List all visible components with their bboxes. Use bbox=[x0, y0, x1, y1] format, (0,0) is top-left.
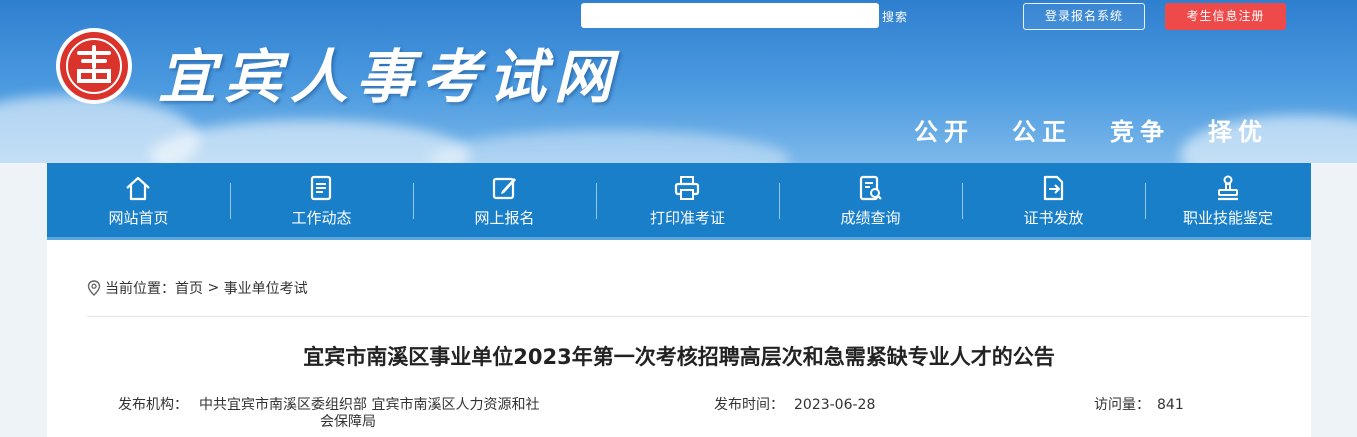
breadcrumb-prefix: 当前位置： bbox=[105, 281, 175, 297]
cloud-decoration bbox=[430, 130, 790, 163]
breadcrumb-current-link[interactable]: 事业单位考试 bbox=[224, 281, 308, 297]
main-nav: 网站首页 工作动态 网上报名 打印准考证 成绩查询 证书发放 职业技能鉴定 bbox=[47, 163, 1311, 240]
nav-item-label: 网站首页 bbox=[108, 209, 169, 227]
publisher-label: 发布机构： bbox=[118, 397, 188, 413]
nav-item-score-query[interactable]: 成绩查询 bbox=[779, 163, 962, 237]
header-banner: 搜索 登录报名系统 考生信息注册 宜宾人事考试网 公开 公正 竞争 择优 bbox=[0, 0, 1357, 163]
slogan-word: 公开 bbox=[914, 118, 974, 146]
search-input[interactable] bbox=[581, 3, 879, 28]
slogan-word: 公正 bbox=[1012, 118, 1072, 146]
nav-item-print-admission[interactable]: 打印准考证 bbox=[596, 163, 779, 237]
nav-item-home[interactable]: 网站首页 bbox=[47, 163, 230, 237]
view-count: 841 bbox=[1157, 397, 1184, 413]
nav-item-label: 职业技能鉴定 bbox=[1182, 209, 1273, 227]
search-document-icon bbox=[859, 175, 882, 201]
cloud-decoration bbox=[1180, 115, 1357, 163]
slogan-word: 竞争 bbox=[1110, 118, 1170, 146]
nav-item-label: 成绩查询 bbox=[840, 209, 901, 227]
main-content: 当前位置：首页 > 事业单位考试 宜宾市南溪区事业单位2023年第一次考核招聘高… bbox=[47, 240, 1311, 437]
breadcrumb-home-link[interactable]: 首页 bbox=[175, 281, 203, 297]
nav-item-certificate[interactable]: 证书发放 bbox=[962, 163, 1145, 237]
view-count-label: 访问量： bbox=[1094, 397, 1150, 413]
nav-item-label: 打印准考证 bbox=[649, 209, 725, 227]
login-system-button[interactable]: 登录报名系统 bbox=[1023, 3, 1145, 30]
slogan-word: 择优 bbox=[1208, 118, 1268, 146]
article-title: 宜宾市南溪区事业单位2023年第一次考核招聘高层次和急需紧缺专业人才的公告 bbox=[303, 345, 1055, 369]
publish-date-label: 发布时间： bbox=[714, 397, 784, 413]
breadcrumb: 当前位置：首页 > 事业单位考试 bbox=[87, 278, 308, 298]
nav-item-label: 工作动态 bbox=[291, 209, 352, 227]
nav-item-skill-appraisal[interactable]: 职业技能鉴定 bbox=[1145, 163, 1311, 237]
site-title: 宜宾人事考试网 bbox=[158, 43, 621, 111]
publisher-value-line2: 会保障局 bbox=[320, 414, 376, 430]
home-icon bbox=[126, 176, 150, 201]
publisher-value-line1: 中共宜宾市南溪区委组织部 宜宾市南溪区人力资源和社 bbox=[199, 397, 540, 413]
nav-item-online-registration[interactable]: 网上报名 bbox=[413, 163, 596, 237]
search-button[interactable]: 搜索 bbox=[882, 8, 908, 25]
nav-item-label: 网上报名 bbox=[474, 209, 535, 227]
nav-item-news[interactable]: 工作动态 bbox=[230, 163, 413, 237]
nav-item-label: 证书发放 bbox=[1023, 209, 1084, 227]
stamp-icon bbox=[1218, 175, 1238, 201]
register-button[interactable]: 考生信息注册 bbox=[1165, 3, 1286, 30]
certificate-export-icon bbox=[1043, 175, 1064, 201]
location-pin-icon bbox=[87, 280, 101, 296]
document-list-icon bbox=[310, 175, 332, 201]
breadcrumb-separator: > bbox=[207, 280, 220, 296]
cloud-decoration bbox=[150, 120, 470, 163]
site-logo-seal-icon bbox=[56, 28, 132, 104]
publish-date: 2023-06-28 bbox=[794, 397, 876, 413]
edit-icon bbox=[492, 177, 516, 200]
printer-icon bbox=[674, 176, 700, 200]
divider bbox=[87, 316, 1309, 317]
